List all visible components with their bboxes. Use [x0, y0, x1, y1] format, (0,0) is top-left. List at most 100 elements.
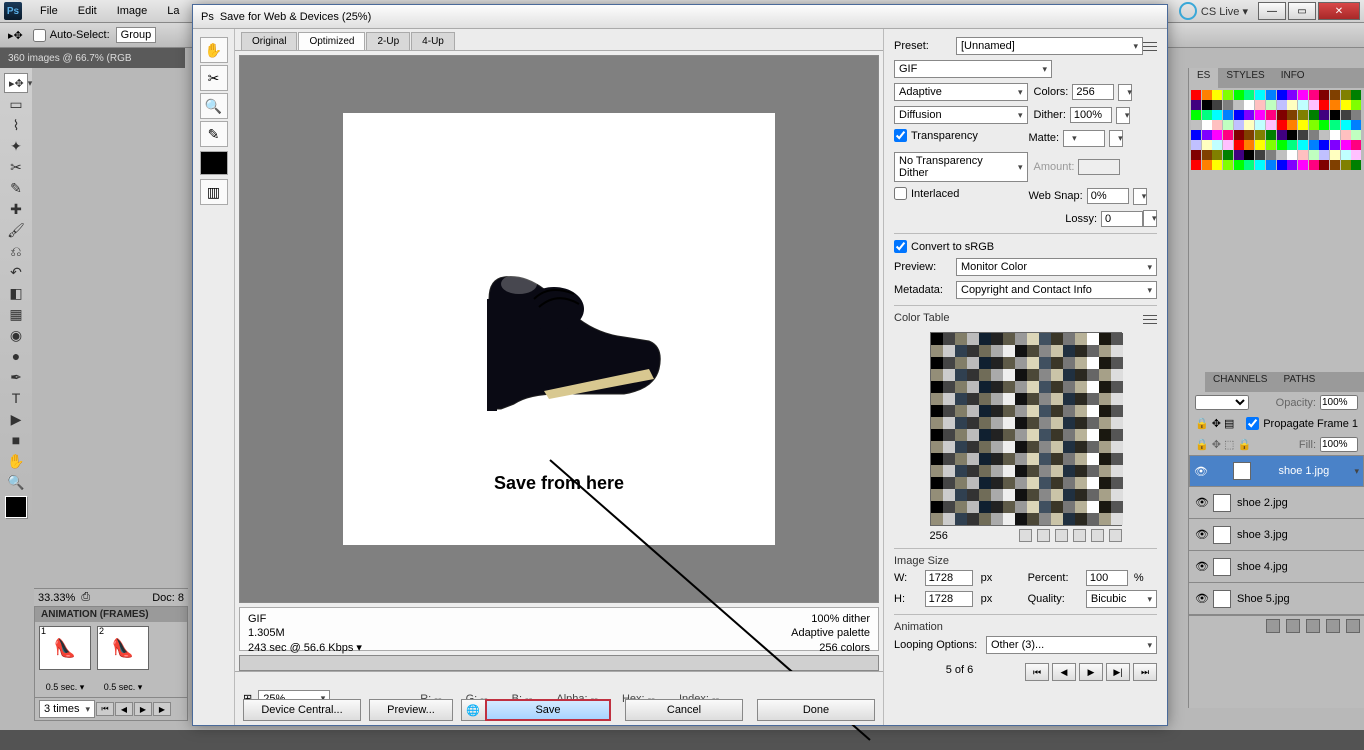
layer-item[interactable]: 👁shoe 2.jpg [1189, 487, 1364, 519]
fill-input[interactable] [1320, 437, 1358, 452]
eyedropper-icon[interactable]: ✎ [200, 121, 228, 147]
cancel-button[interactable]: Cancel [625, 699, 743, 721]
dither-stepper[interactable] [1116, 107, 1130, 124]
layer-item[interactable]: 👁Shoe 5.jpg [1189, 583, 1364, 615]
hand-tool[interactable]: ✋ [4, 451, 28, 471]
matte-dropdown[interactable] [1063, 130, 1105, 147]
tab-4up[interactable]: 4-Up [411, 32, 455, 50]
colortable-flyout-icon[interactable] [1143, 314, 1157, 326]
save-button[interactable]: Save [485, 699, 611, 721]
color-table[interactable] [930, 332, 1122, 526]
animation-frame[interactable]: 👠 1 0.5 sec. ▾ [39, 626, 91, 693]
preset-dropdown[interactable]: [Unnamed] [956, 37, 1143, 55]
fx-icon[interactable] [1266, 619, 1280, 633]
trash-icon[interactable] [1346, 619, 1360, 633]
websnap-input[interactable] [1087, 188, 1129, 204]
propagate-checkbox[interactable] [1246, 417, 1259, 430]
last-frame-button[interactable]: ⏭ [1133, 663, 1157, 681]
ct-lock-icon[interactable] [1073, 529, 1086, 542]
ct-icon[interactable] [1019, 529, 1032, 542]
folder-icon[interactable] [1306, 619, 1320, 633]
first-frame-button[interactable]: ⏮ [1025, 663, 1049, 681]
srgb-checkbox[interactable] [894, 240, 907, 253]
path-tool[interactable]: ▶ [4, 409, 28, 429]
eyedropper-tool[interactable]: ✎ [4, 178, 28, 198]
wand-tool[interactable]: ✦ [4, 136, 28, 156]
preview-button[interactable]: Preview... [369, 699, 453, 721]
ct-icon[interactable] [1037, 529, 1050, 542]
horizontal-scrollbar[interactable] [239, 655, 879, 671]
document-tab[interactable]: 360 images @ 66.7% (RGB [0, 48, 185, 68]
crop-tool[interactable]: ✂ [4, 157, 28, 177]
dialog-titlebar[interactable]: Ps Save for Web & Devices (25%) [193, 5, 1167, 29]
menu-image[interactable]: Image [107, 5, 158, 17]
history-tool[interactable]: ↶ [4, 262, 28, 282]
shape-tool[interactable]: ■ [4, 430, 28, 450]
slice-tool-icon[interactable]: ✂ [200, 65, 228, 91]
layer-item[interactable]: 👁shoe 1.jpg [1189, 455, 1364, 487]
maximize-button[interactable]: ▭ [1288, 2, 1316, 20]
lossy-stepper[interactable] [1143, 210, 1157, 227]
transparency-checkbox[interactable] [894, 129, 907, 142]
quality-dropdown[interactable]: Bicubic [1086, 590, 1157, 608]
lossy-input[interactable] [1101, 211, 1143, 227]
cslive-button[interactable]: CS Live ▾ [1171, 2, 1256, 20]
channels-tab[interactable]: CHANNELS [1205, 372, 1275, 392]
zoom-tool-icon[interactable]: 🔍 [200, 93, 228, 119]
swatches-tab[interactable]: ES [1189, 68, 1218, 88]
metadata-dropdown[interactable]: Copyright and Contact Info [956, 281, 1157, 299]
anim-prev[interactable]: ◀ [115, 702, 133, 716]
layer-item[interactable]: 👁shoe 3.jpg [1189, 519, 1364, 551]
color-reduction-dropdown[interactable]: Adaptive [894, 83, 1028, 101]
ct-new-icon[interactable] [1091, 529, 1104, 542]
anim-next[interactable]: ▶ [153, 702, 171, 716]
interlaced-checkbox[interactable] [894, 187, 907, 200]
lasso-tool[interactable]: ⌇ [4, 115, 28, 135]
foreground-color[interactable] [5, 496, 27, 518]
mask-icon[interactable] [1286, 619, 1300, 633]
tab-original[interactable]: Original [241, 32, 297, 50]
marquee-tool[interactable]: ▭ [4, 94, 28, 114]
format-dropdown[interactable]: GIF [894, 60, 1052, 78]
eyedropper-color[interactable] [200, 151, 228, 175]
pen-tool[interactable]: ✒ [4, 367, 28, 387]
canvas-zoom[interactable]: 33.33% [38, 592, 75, 604]
done-button[interactable]: Done [757, 699, 875, 721]
minimize-button[interactable]: — [1258, 2, 1286, 20]
menu-layer[interactable]: La [157, 5, 189, 17]
gradient-tool[interactable]: ▦ [4, 304, 28, 324]
anim-first[interactable]: ⏮ [96, 702, 114, 716]
preset-flyout-icon[interactable] [1143, 40, 1157, 52]
move-tool[interactable]: ▸✥ [4, 73, 28, 93]
brush-tool[interactable]: 🖌 [4, 220, 28, 240]
anim-play[interactable]: ▶ [134, 702, 152, 716]
looping-dropdown[interactable]: Other (3)... [986, 636, 1157, 654]
stamp-tool[interactable]: ⎌ [4, 241, 28, 261]
animation-frame[interactable]: 👠 2 0.5 sec. ▾ [97, 626, 149, 693]
percent-input[interactable] [1086, 570, 1128, 586]
zoom-tool[interactable]: 🔍 [4, 472, 28, 492]
device-central-button[interactable]: Device Central... [243, 699, 361, 721]
dither-method-dropdown[interactable]: Diffusion [894, 106, 1028, 124]
auto-select-checkbox[interactable] [33, 29, 46, 42]
menu-file[interactable]: File [30, 5, 68, 17]
preview-canvas[interactable]: Save from here [239, 55, 879, 603]
colors-input[interactable] [1072, 84, 1114, 100]
dither-input[interactable] [1070, 107, 1112, 123]
styles-tab[interactable]: STYLES [1218, 68, 1272, 88]
websnap-stepper[interactable] [1133, 188, 1147, 205]
width-input[interactable] [925, 570, 973, 586]
auto-select-dropdown[interactable]: Group [116, 27, 157, 43]
matte-stepper[interactable] [1109, 130, 1123, 147]
slice-visibility-icon[interactable]: ▥ [200, 179, 228, 205]
height-input[interactable] [925, 591, 973, 607]
next-frame-button[interactable]: ▶| [1106, 663, 1130, 681]
new-layer-icon[interactable] [1326, 619, 1340, 633]
ct-trash-icon[interactable] [1109, 529, 1122, 542]
info-tab[interactable]: INFO [1273, 68, 1313, 88]
type-tool[interactable]: T [4, 388, 28, 408]
close-button[interactable]: ✕ [1318, 2, 1360, 20]
opacity-input[interactable] [1320, 395, 1358, 410]
tab-optimized[interactable]: Optimized [298, 32, 365, 50]
blur-tool[interactable]: ◉ [4, 325, 28, 345]
